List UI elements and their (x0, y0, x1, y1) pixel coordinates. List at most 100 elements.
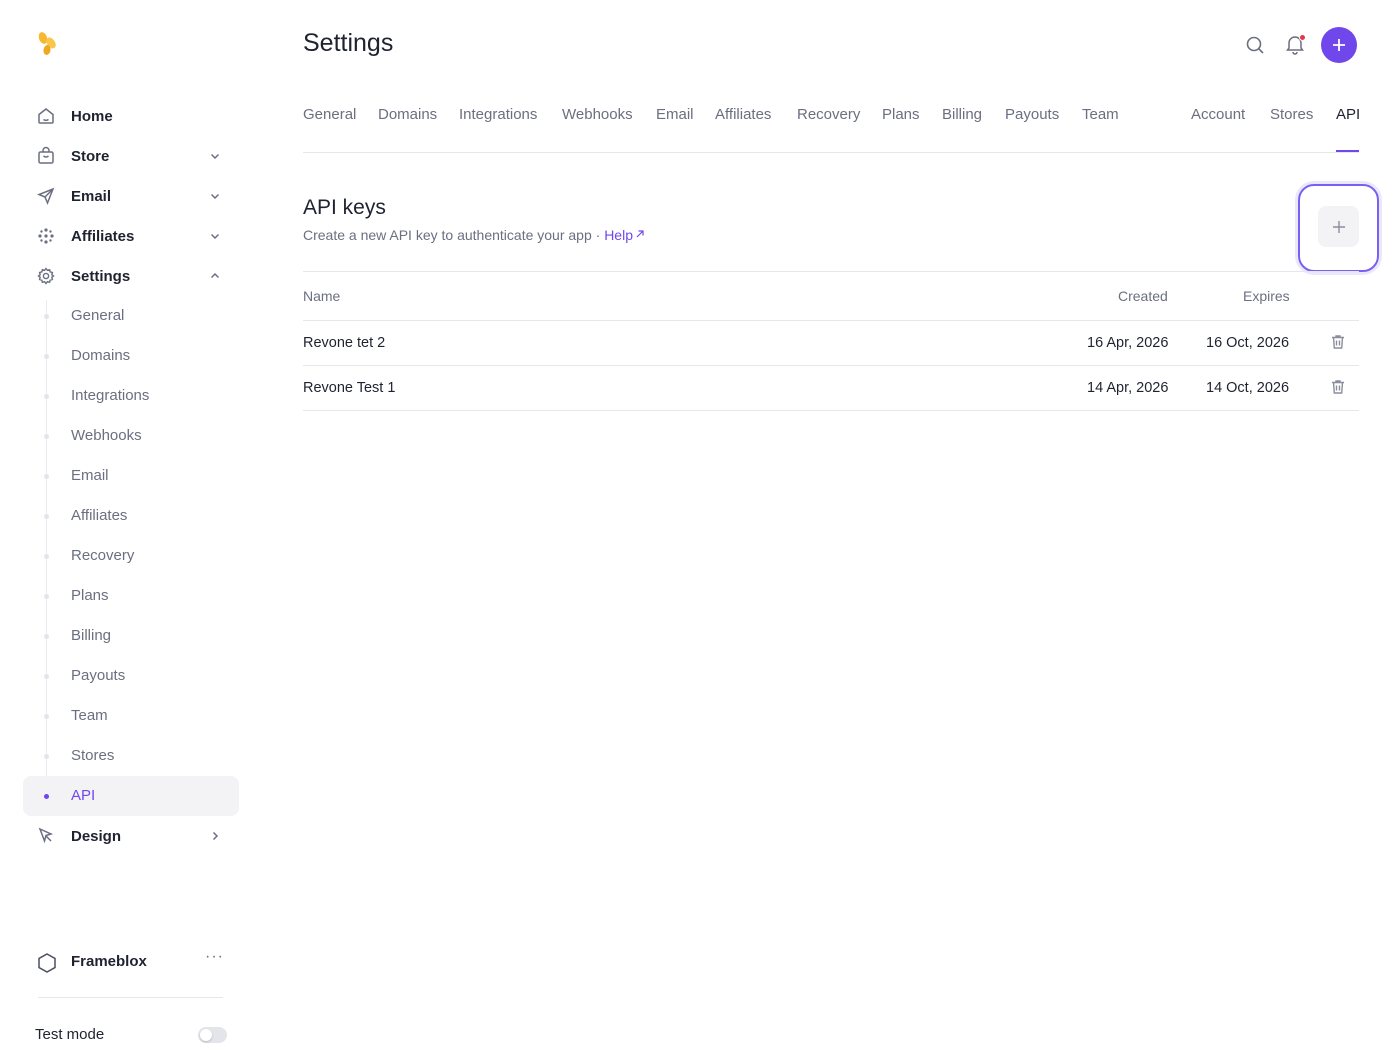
tab-general[interactable]: General (303, 106, 356, 123)
tab-team[interactable]: Team (1082, 106, 1119, 123)
workspace-switcher[interactable]: Frameblox ··· (23, 942, 239, 982)
sidebar-subitem-label: Stores (71, 747, 115, 764)
sidebar-item-label: Affiliates (71, 227, 135, 245)
bullet (44, 754, 49, 759)
chevron-right-icon[interactable] (207, 828, 223, 844)
sidebar-subitem-api[interactable]: API (23, 776, 239, 816)
expires-date: 16 Oct, 2026 (1206, 335, 1290, 351)
key-name: Revone tet 2 (303, 335, 386, 351)
sidebar-subitem-label: Payouts (71, 667, 126, 684)
table-divider (303, 271, 1359, 272)
sidebar-subitem-plans[interactable]: Plans (23, 576, 239, 616)
tab-stores[interactable]: Stores (1270, 106, 1313, 123)
bullet (44, 674, 49, 679)
search-icon[interactable] (1244, 34, 1266, 56)
sidebar-subitem-affiliates[interactable]: Affiliates (23, 496, 239, 536)
test-mode-toggle[interactable] (198, 1027, 227, 1043)
sidebar-subitem-stores[interactable]: Stores (23, 736, 239, 776)
sidebar-subitem-billing[interactable]: Billing (23, 616, 239, 656)
more-icon[interactable]: ··· (205, 948, 224, 966)
send-icon (36, 186, 56, 206)
logo[interactable] (36, 30, 60, 58)
tab-api[interactable]: API (1336, 106, 1360, 123)
create-button[interactable] (1321, 27, 1357, 63)
sidebar-item-store[interactable]: Store (23, 136, 239, 176)
sidebar-item-label: Home (71, 107, 113, 125)
chevron-down-icon[interactable] (207, 228, 223, 244)
external-link-icon (636, 230, 644, 238)
workspace-name: Frameblox (71, 953, 147, 970)
cursor-icon (36, 826, 56, 846)
help-link[interactable]: Help (604, 227, 645, 243)
sidebar-item-label: Settings (71, 267, 131, 285)
tab-domains[interactable]: Domains (378, 106, 437, 123)
add-api-key-button[interactable] (1318, 206, 1359, 247)
tab-payouts[interactable]: Payouts (1005, 106, 1059, 123)
divider (38, 997, 223, 998)
toggle-knob (200, 1029, 212, 1041)
sidebar-subitem-team[interactable]: Team (23, 696, 239, 736)
sidebar-subitem-general[interactable]: General (23, 296, 239, 336)
chevron-down-icon[interactable] (207, 148, 223, 164)
sidebar-item-affiliates[interactable]: Affiliates (23, 216, 239, 256)
trash-icon[interactable] (1329, 378, 1347, 396)
created-date: 14 Apr, 2026 (1087, 380, 1169, 396)
sidebar-subitem-payouts[interactable]: Payouts (23, 656, 239, 696)
section-title: API keys (303, 196, 386, 219)
bullet (44, 554, 49, 559)
tab-webhooks[interactable]: Webhooks (562, 106, 633, 123)
plus-icon (1332, 220, 1345, 233)
bullet (44, 594, 49, 599)
column-header-created[interactable]: Created (1118, 288, 1168, 304)
tab-account[interactable]: Account (1191, 106, 1245, 123)
sidebar-item-settings[interactable]: Settings (23, 256, 239, 296)
plus-icon (1333, 39, 1345, 51)
sidebar: Home Store Email Affiliates Settings Gen… (0, 0, 262, 1057)
settings-tabs: General Domains Integrations Webhooks Em… (303, 106, 1360, 153)
sidebar-subitem-integrations[interactable]: Integrations (23, 376, 239, 416)
notification-dot (1299, 34, 1306, 41)
sidebar-subitem-email[interactable]: Email (23, 456, 239, 496)
test-mode-label: Test mode (35, 1026, 105, 1043)
description-text: Create a new API key to authenticate you… (303, 227, 605, 243)
sidebar-subitem-label: Domains (71, 347, 131, 364)
sidebar-subitem-label: Billing (71, 627, 112, 644)
sidebar-subitem-label: Webhooks (71, 427, 142, 444)
tab-affiliates[interactable]: Affiliates (715, 106, 771, 123)
tab-integrations[interactable]: Integrations (459, 106, 537, 123)
sidebar-item-home[interactable]: Home (23, 96, 239, 136)
sidebar-subitem-domains[interactable]: Domains (23, 336, 239, 376)
key-name: Revone Test 1 (303, 380, 396, 396)
sidebar-subitem-label: Recovery (71, 547, 135, 564)
trash-icon[interactable] (1329, 333, 1347, 351)
chevron-up-icon[interactable] (207, 268, 223, 284)
help-label: Help (604, 227, 633, 243)
sidebar-item-label: Design (71, 827, 122, 845)
created-date: 16 Apr, 2026 (1087, 335, 1169, 351)
bag-icon (36, 146, 56, 166)
column-header-expires[interactable]: Expires (1243, 288, 1290, 304)
sidebar-item-email[interactable]: Email (23, 176, 239, 216)
column-header-name[interactable]: Name (303, 288, 340, 304)
sidebar-item-design[interactable]: Design (23, 816, 239, 856)
sidebar-subitem-label: Email (71, 467, 109, 484)
bullet (44, 794, 49, 799)
tab-email[interactable]: Email (656, 106, 694, 123)
sidebar-subitem-recovery[interactable]: Recovery (23, 536, 239, 576)
sidebar-subitem-label: Team (71, 707, 108, 724)
gear-icon (36, 266, 56, 286)
bullet (44, 354, 49, 359)
sidebar-subitem-webhooks[interactable]: Webhooks (23, 416, 239, 456)
expires-date: 14 Oct, 2026 (1206, 380, 1290, 396)
sidebar-item-label: Store (71, 147, 110, 165)
tab-plans[interactable]: Plans (882, 106, 920, 123)
table-row[interactable]: Revone tet 2 16 Apr, 2026 16 Oct, 2026 (303, 321, 1359, 366)
tab-billing[interactable]: Billing (942, 106, 982, 123)
bullet (44, 514, 49, 519)
sidebar-subitem-label: General (71, 307, 125, 324)
table-row[interactable]: Revone Test 1 14 Apr, 2026 14 Oct, 2026 (303, 366, 1359, 411)
chevron-down-icon[interactable] (207, 188, 223, 204)
sidebar-subitem-label: Affiliates (71, 507, 128, 524)
sidebar-item-label: Email (71, 187, 112, 205)
tab-recovery[interactable]: Recovery (797, 106, 860, 123)
